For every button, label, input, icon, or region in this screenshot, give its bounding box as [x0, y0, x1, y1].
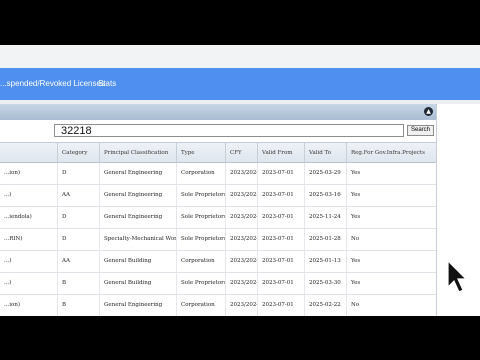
cell-cfy: 2023/2024	[226, 207, 258, 228]
search-button[interactable]: Search	[407, 125, 434, 136]
cell-cfy: 2023/2025	[226, 185, 258, 206]
cell-category: D	[58, 163, 100, 184]
cell-type: Sole Proprietorship	[177, 273, 226, 294]
browser-viewport: ...spended/Revoked Licenses Stats ▲ Sear…	[0, 45, 480, 316]
cell-category: B	[58, 295, 100, 316]
table-row[interactable]: ...ion) D General Engineering Corporatio…	[0, 163, 436, 185]
cell-reg-gov-infra: Yes	[351, 214, 361, 220]
cell-valid-from: 2023-07-01	[258, 207, 305, 228]
column-header-type[interactable]: Type	[177, 143, 226, 162]
column-header-name[interactable]	[0, 143, 58, 162]
table-row[interactable]: ...iendola) D General Engineering Sole P…	[0, 207, 436, 229]
cell-name: ...ion)	[0, 163, 58, 184]
column-header-valid-from[interactable]: Valid From	[258, 143, 305, 162]
cell-valid-from: 2023-07-01	[258, 229, 305, 250]
column-header-reg-gov-infra[interactable]: Reg.For Gov.Infra.Projects	[347, 143, 436, 162]
cell-category: AA	[58, 185, 100, 206]
cell-valid-from: 2023-07-01	[258, 185, 305, 206]
column-header-principal-classification[interactable]: Principal Classification	[100, 143, 177, 162]
cell-reg-gov-infra: Yes	[351, 258, 361, 264]
cell-reg-gov-infra: No	[351, 302, 360, 308]
table-row[interactable]: ...) AA General Building Corporation 202…	[0, 251, 436, 273]
cell-reg-gov-infra: Yes	[351, 170, 361, 176]
cell-valid-from: 2023-07-01	[258, 295, 305, 316]
letterbox-top	[0, 0, 480, 45]
navbar: ...spended/Revoked Licenses Stats	[0, 68, 480, 100]
column-header-valid-to[interactable]: Valid To	[305, 143, 347, 162]
column-header-cfy[interactable]: CFY	[226, 143, 258, 162]
cell-name: ...)	[0, 273, 58, 294]
nav-link-stats[interactable]: Stats	[98, 68, 116, 100]
cell-type: Sole Proprietorship	[177, 185, 226, 206]
mouse-pointer-icon	[447, 259, 468, 293]
cell-cfy: 2023/2024	[226, 229, 258, 250]
cell-type: Corporation	[177, 251, 226, 272]
cell-category: D	[58, 207, 100, 228]
table-row[interactable]: ...ion) B General Engineering Corporatio…	[0, 295, 436, 316]
column-header-category[interactable]: Category	[58, 143, 100, 162]
cell-classification: General Building	[100, 273, 177, 294]
cell-valid-to: 2025-11-24	[305, 207, 347, 228]
cell-classification: General Engineering	[100, 185, 177, 206]
cell-type: Corporation	[177, 163, 226, 184]
cell-valid-to: 2025-03-16	[305, 185, 347, 206]
cell-valid-to: 2025-03-30	[305, 273, 347, 294]
cell-classification: Specialty-Mechanical Work	[100, 229, 177, 250]
cell-classification: General Building	[100, 251, 177, 272]
chevron-up-icon[interactable]: ▲	[424, 107, 433, 116]
cell-type: Sole Proprietorship	[177, 207, 226, 228]
cell-valid-to: 2025-01-28	[305, 229, 347, 250]
cell-category: AA	[58, 251, 100, 272]
cell-classification: General Engineering	[100, 207, 177, 228]
cell-category: B	[58, 273, 100, 294]
cell-classification: General Engineering	[100, 163, 177, 184]
cell-valid-from: 2023-07-01	[258, 273, 305, 294]
cell-type: Corporation	[177, 295, 226, 316]
cell-classification: General Engineering	[100, 295, 177, 316]
cell-valid-to: 2025-01-13	[305, 251, 347, 272]
cell-name: ...)	[0, 185, 58, 206]
letterbox-bottom	[0, 316, 480, 360]
cell-name: ...)	[0, 251, 58, 272]
cell-name: ...ion)	[0, 295, 58, 316]
cell-reg-gov-infra: Yes	[351, 280, 361, 286]
cell-name: ...RIN)	[0, 229, 58, 250]
table-row[interactable]: ...) B General Building Sole Proprietors…	[0, 273, 436, 295]
table-header: Category Principal Classification Type C…	[0, 142, 436, 163]
cell-cfy: 2023/2024	[226, 251, 258, 272]
cell-reg-gov-infra: No	[351, 236, 360, 242]
cell-valid-to: 2025-02-22	[305, 295, 347, 316]
cell-category: D	[58, 229, 100, 250]
table-row[interactable]: ...RIN) D Specialty-Mechanical Work Sole…	[0, 229, 436, 251]
cell-valid-from: 2023-07-01	[258, 163, 305, 184]
table-row[interactable]: ...) AA General Engineering Sole Proprie…	[0, 185, 436, 207]
cell-cfy: 2023/2024	[226, 163, 258, 184]
cell-valid-to: 2025-03-29	[305, 163, 347, 184]
panel-header: ▲	[0, 104, 436, 121]
cell-cfy: 2023/2024	[226, 273, 258, 294]
search-input[interactable]	[54, 124, 404, 137]
nav-link-suspended-revoked-licenses[interactable]: ...spended/Revoked Licenses	[0, 68, 105, 100]
cell-reg-gov-infra: Yes	[351, 192, 361, 198]
table-body: ...ion) D General Engineering Corporatio…	[0, 163, 436, 316]
cell-type: Sole Proprietorship	[177, 229, 226, 250]
page-top-band	[0, 45, 480, 69]
cell-name: ...iendola)	[0, 207, 58, 228]
search-results-panel: ▲ Search Category Principal Classificati…	[0, 104, 437, 316]
cell-valid-from: 2023-07-01	[258, 251, 305, 272]
search-bar: Search	[0, 120, 436, 142]
cell-cfy: 2023/2024	[226, 295, 258, 316]
